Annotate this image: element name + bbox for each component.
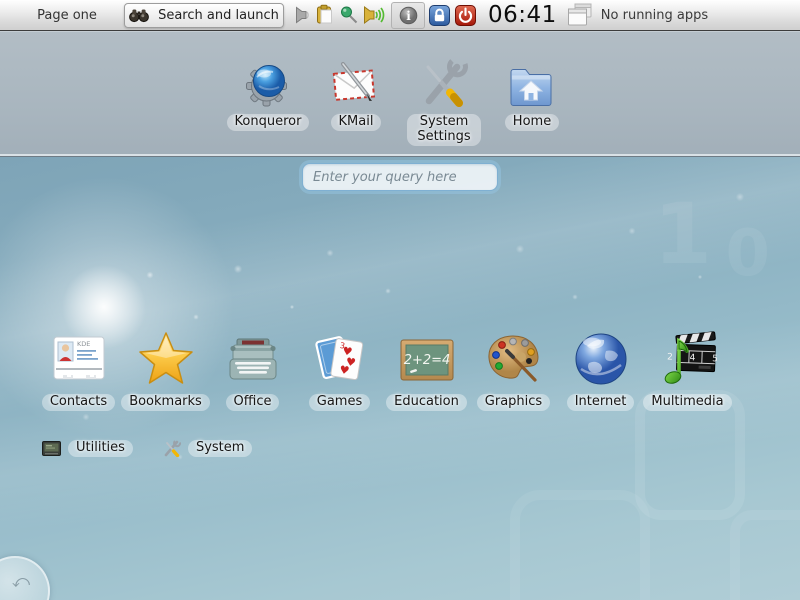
contacts-icon: KDE: [50, 325, 108, 387]
system-settings-icon: [419, 57, 469, 109]
category-system[interactable]: System: [163, 440, 252, 457]
desktop-wallpaper: 1 0 KDE Contacts: [0, 157, 800, 600]
favorite-system-settings[interactable]: System Settings: [407, 57, 481, 146]
multimedia-clapper-icon: 2 4 5: [659, 325, 717, 387]
svg-text:♥: ♥: [338, 363, 350, 377]
svg-text:i: i: [406, 9, 411, 23]
device-pin-icon[interactable]: [339, 5, 359, 25]
cashew-glyph-icon: ⤺: [12, 572, 30, 592]
top-panel: Page one Search and launch: [0, 0, 800, 31]
office-typewriter-icon: [225, 325, 281, 387]
svg-text:2 4 5: 2 4 5: [666, 353, 716, 365]
favorite-kmail[interactable]: KMail: [319, 57, 393, 146]
utilities-icon: [42, 441, 61, 456]
category-games[interactable]: 3 ♥ ♥ ♥ Games: [296, 325, 383, 411]
plasma-toolbox-cashew[interactable]: ⤺: [0, 556, 50, 600]
category-label: Internet: [567, 394, 635, 411]
category-label: Education: [386, 394, 467, 411]
favorite-home[interactable]: Home: [495, 57, 569, 146]
svg-text:2+2=4: 2+2=4: [403, 353, 450, 368]
category-multimedia[interactable]: 2 4 5 Multimedia: [644, 325, 731, 411]
notifications-info-button[interactable]: i: [391, 2, 425, 29]
category-label: Bookmarks: [121, 394, 210, 411]
category-utilities[interactable]: Utilities: [42, 440, 133, 457]
category-label: Office: [226, 394, 280, 411]
category-contacts[interactable]: KDE Contacts: [35, 325, 122, 411]
search-and-launch-button[interactable]: Search and launch: [124, 3, 284, 28]
volume-icon[interactable]: [362, 4, 388, 26]
graphics-palette-icon: [485, 325, 543, 387]
home-folder-icon: [507, 57, 557, 109]
watermark-shape: [510, 490, 650, 600]
digital-clock[interactable]: 06:41: [488, 2, 557, 28]
task-manager-label: No running apps: [601, 8, 708, 23]
task-manager[interactable]: No running apps: [566, 2, 708, 28]
kmail-icon: [330, 57, 382, 109]
category-label: System: [188, 440, 252, 457]
category-label: Contacts: [42, 394, 115, 411]
category-office[interactable]: Office: [209, 325, 296, 411]
category-label: Utilities: [68, 440, 133, 457]
education-chalkboard-icon: 2+2=4: [398, 325, 456, 387]
muted-speaker-icon[interactable]: [291, 5, 311, 25]
category-label: Games: [309, 394, 370, 411]
binoculars-icon: [129, 8, 149, 23]
favorites-row: Konqueror KMail: [0, 57, 800, 146]
category-education[interactable]: 2+2=4 Education: [383, 325, 470, 411]
konqueror-icon: [243, 57, 293, 109]
favorite-label: System Settings: [407, 114, 481, 146]
system-tray: i 06:41: [291, 0, 708, 30]
category-row: KDE Contacts: [35, 325, 731, 411]
category-bookmarks[interactable]: Bookmarks: [122, 325, 209, 411]
favorites-strip: Konqueror KMail: [0, 31, 800, 157]
system-tools-icon: [163, 440, 181, 457]
games-cards-icon: 3 ♥ ♥ ♥: [313, 325, 367, 387]
clipboard-klipper-icon[interactable]: [314, 4, 336, 26]
lock-screen-icon[interactable]: [428, 4, 451, 27]
category-internet[interactable]: Internet: [557, 325, 644, 411]
svg-text:KDE: KDE: [77, 340, 90, 348]
favorite-label: KMail: [331, 114, 382, 131]
search-and-launch-label: Search and launch: [158, 8, 279, 23]
internet-globe-icon: [573, 325, 629, 387]
favorite-label: Home: [505, 114, 559, 131]
category-small-row: Utilities System: [42, 440, 252, 457]
category-label: Graphics: [477, 394, 550, 411]
search-box: [302, 163, 498, 191]
windows-icon: [566, 2, 594, 28]
category-label: Multimedia: [643, 394, 731, 411]
favorite-konqueror[interactable]: Konqueror: [231, 57, 305, 146]
page-label: Page one: [22, 0, 112, 30]
favorite-label: Konqueror: [227, 114, 310, 131]
category-graphics[interactable]: Graphics: [470, 325, 557, 411]
watermark-shape: [730, 510, 800, 600]
search-input[interactable]: [302, 163, 498, 191]
power-shutdown-icon[interactable]: [454, 4, 477, 27]
bookmarks-star-icon: [137, 325, 195, 387]
